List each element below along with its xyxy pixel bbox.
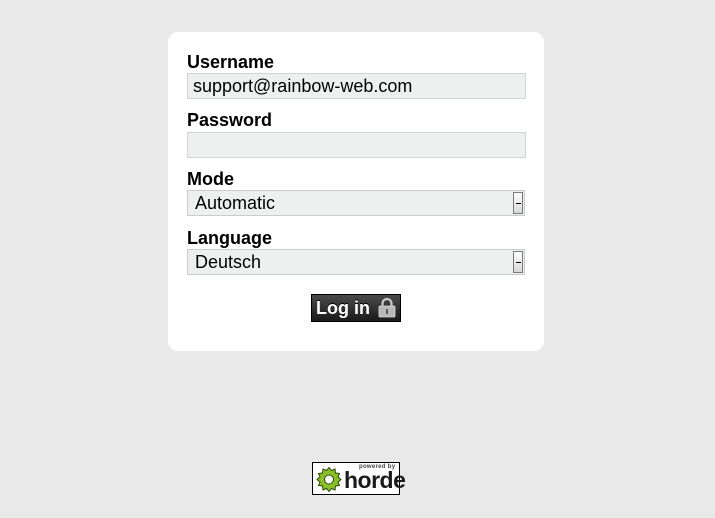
- language-select-value: Deutsch: [195, 252, 262, 272]
- horde-wordmark: horde: [344, 467, 406, 493]
- mode-select-dropdown-icon[interactable]: [513, 192, 523, 214]
- dash-icon: [516, 203, 521, 204]
- username-input[interactable]: [187, 73, 526, 99]
- login-button[interactable]: Log in: [311, 294, 401, 322]
- login-page: Username Password Mode Automatic Languag…: [0, 0, 715, 518]
- password-label: Password: [187, 110, 273, 130]
- login-form: Username Password Mode Automatic Languag…: [168, 32, 544, 351]
- language-label: Language: [187, 228, 273, 248]
- horde-powered-by-logo[interactable]: powered by horde: [312, 462, 406, 495]
- mode-label: Mode: [187, 169, 234, 189]
- language-select[interactable]: Deutsch: [187, 249, 525, 275]
- horde-gear-icon: [316, 466, 342, 493]
- dash-icon: [516, 262, 521, 263]
- lock-icon: [378, 298, 396, 318]
- mode-select-value: Automatic: [195, 193, 276, 213]
- mode-select[interactable]: Automatic: [187, 190, 525, 216]
- username-label: Username: [187, 52, 275, 72]
- password-input[interactable]: [187, 132, 526, 158]
- login-button-label: Log in: [316, 298, 370, 318]
- language-select-dropdown-icon[interactable]: [513, 251, 523, 273]
